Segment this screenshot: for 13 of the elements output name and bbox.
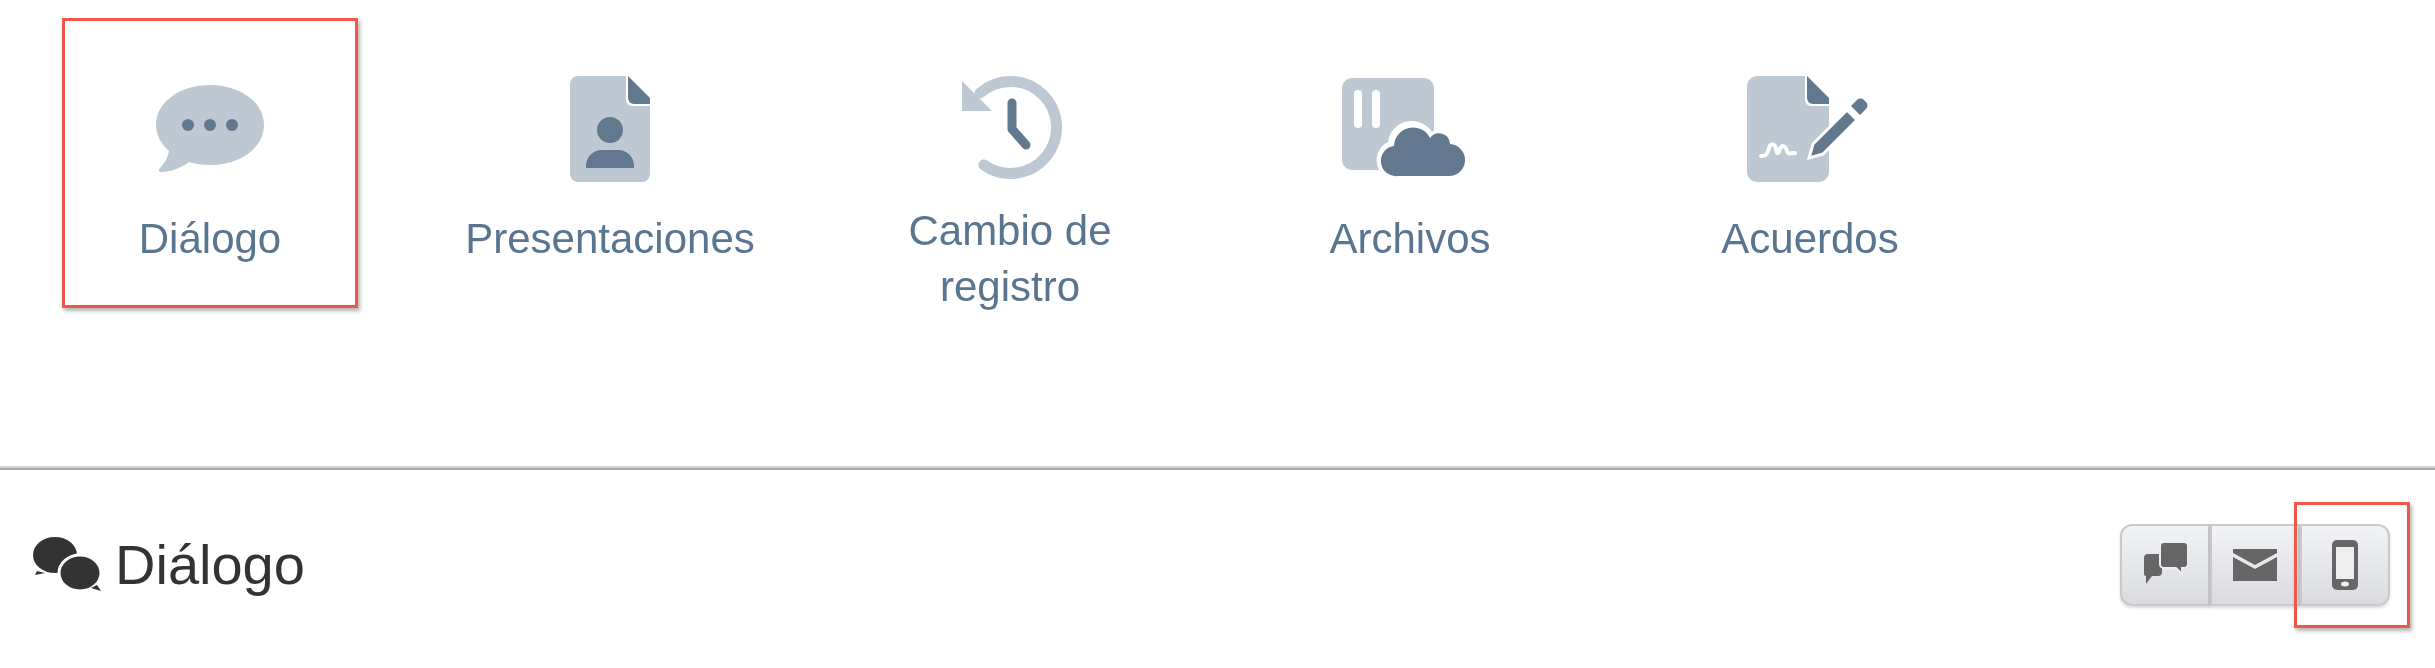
app-label: Acuerdos: [1721, 214, 1899, 264]
app-tile[interactable]: Acuerdos: [1662, 18, 1958, 308]
app-label: Presentaciones: [465, 214, 755, 264]
app-tile[interactable]: Archivos: [1262, 18, 1558, 308]
app-label: Diálogo: [138, 214, 282, 264]
app-tile[interactable]: Diálogo: [62, 18, 358, 308]
section-title: Diálogo: [115, 532, 305, 598]
app-label: Archivos: [1329, 214, 1491, 264]
envelope-icon: [2233, 549, 2277, 581]
contact-file-icon: [568, 74, 652, 184]
app-tile[interactable]: Presentaciones: [462, 18, 758, 308]
chat-bubbles-icon: [33, 537, 103, 593]
smartphone-icon: [2332, 540, 2358, 590]
